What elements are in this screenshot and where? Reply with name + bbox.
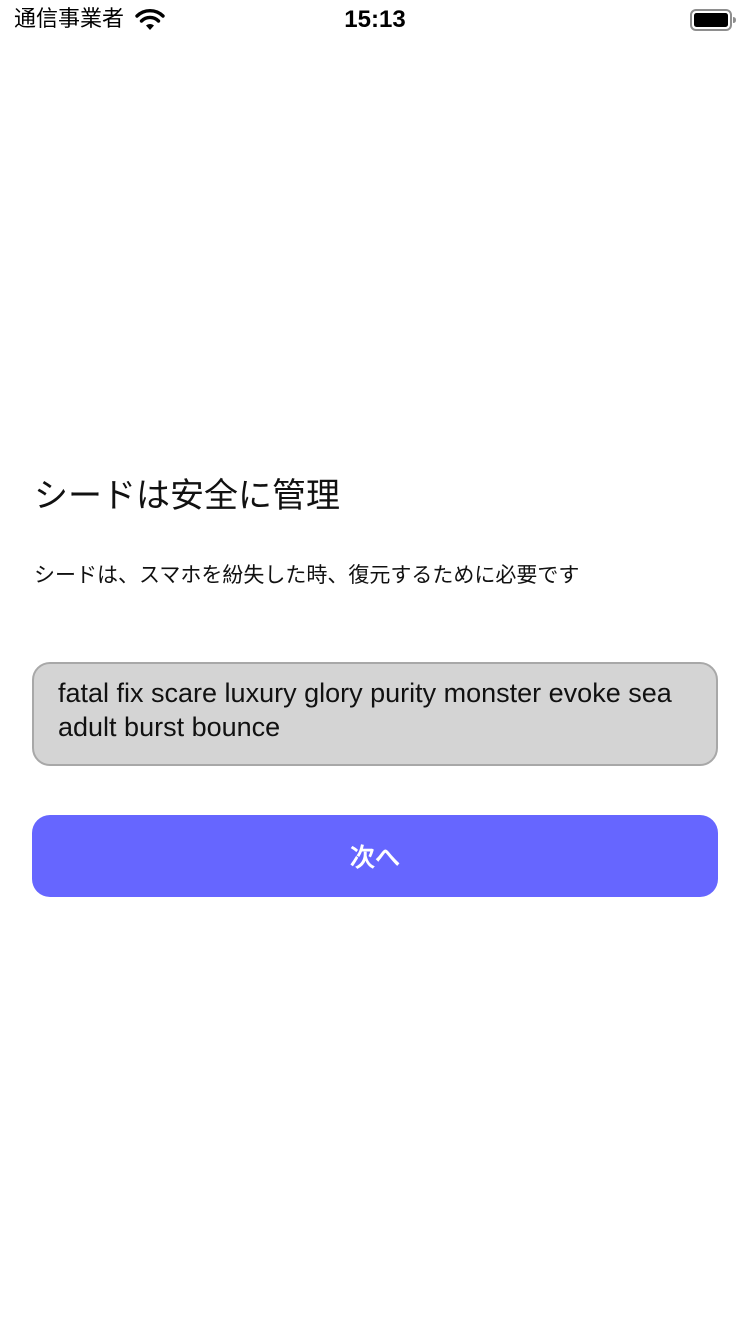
next-button[interactable]: 次へ <box>32 815 718 897</box>
battery-icon <box>690 9 736 31</box>
status-time: 15:13 <box>344 6 406 33</box>
seed-description: シードは、スマホを紛失した時、復元するために必要です <box>34 563 580 587</box>
seed-phrase-box: fatal fix scare luxury glory purity mons… <box>32 662 718 766</box>
seed-phrase-text: fatal fix scare luxury glory purity mons… <box>58 678 672 742</box>
status-bar: 通信事業者 15:13 <box>0 0 750 40</box>
page-title: シードは安全に管理 <box>34 476 340 516</box>
